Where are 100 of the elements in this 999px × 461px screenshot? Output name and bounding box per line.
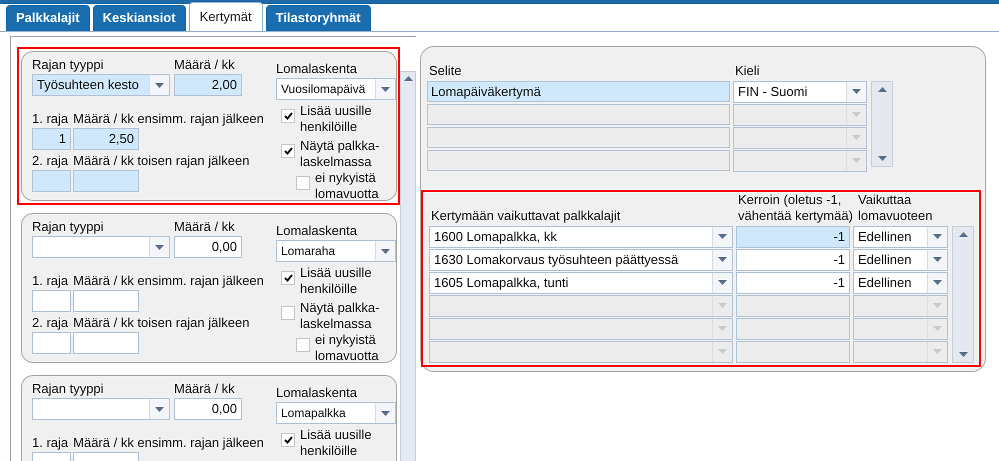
scrollbar[interactable] [400,71,416,461]
field-label: Rajan tyyppi [32,56,105,74]
caret-icon [381,410,390,416]
amount-field[interactable] [73,290,139,312]
caret-icon [155,244,164,250]
wage-type-dropdown[interactable] [429,294,733,316]
checkbox[interactable] [296,176,310,190]
checkmark-icon [284,112,292,120]
factor-field[interactable]: -1 [736,226,850,248]
checkbox[interactable] [281,271,295,285]
caret-icon [852,112,861,117]
caret-icon [381,86,390,92]
checkbox[interactable] [281,433,295,447]
caret-icon [718,303,727,308]
wage-type-dropdown[interactable]: 1630 Lomakorvaus työsuhteen päättyessä [429,248,733,270]
year-dropdown[interactable] [853,294,948,316]
scroll-up-icon [404,76,412,81]
limit-field[interactable] [32,332,71,354]
caret-icon [155,406,164,412]
amount-field[interactable] [73,332,139,354]
field-label: Rajan tyyppi [32,218,105,236]
year-dropdown[interactable] [853,318,948,340]
column-header: Kerroin (oletus -1, vähentää kertymää) [738,192,854,224]
amount-field[interactable] [73,170,139,192]
amount-field[interactable]: 2,00 [174,74,242,96]
caret-icon [852,158,861,163]
caret-icon [933,280,942,285]
year-dropdown[interactable] [853,340,948,362]
tab[interactable]: Tilastoryhmät [266,5,371,31]
amount-field[interactable]: 0,00 [174,398,242,420]
field-label: Määrä / kk toisen rajan jälkeen [73,314,250,332]
caret-icon [933,303,942,308]
column-header: Kieli [735,62,760,80]
checkbox[interactable] [281,306,295,320]
year-dropdown[interactable]: Edellinen [853,272,948,294]
caret-icon [718,234,727,239]
year-dropdown[interactable]: Edellinen [853,226,948,248]
scroll-up-icon [958,232,968,236]
checkmark-icon [284,147,292,155]
scroll-up-icon [878,86,886,92]
field-label: Määrä / kk [174,380,236,398]
calculation-dropdown[interactable]: Lomapalkka [276,402,396,424]
scroll-down-icon [878,156,886,160]
caret-icon [933,349,942,354]
caret-icon [852,135,861,140]
tab[interactable]: Kertymät [188,2,263,31]
scrollbar[interactable] [952,226,974,362]
calculation-dropdown[interactable]: Vuosilomapäivä [276,78,396,100]
column-header: Kertymään vaikuttavat palkkalajit [431,208,622,224]
type-dropdown[interactable] [32,398,170,420]
tab[interactable]: Keskiansiot [92,5,186,31]
limit-field[interactable]: 1 [32,128,71,150]
field-label: Rajan tyyppi [32,380,105,398]
wage-type-dropdown[interactable]: 1600 Lomapalkka, kk [429,226,733,248]
checkbox[interactable] [281,144,295,158]
limit-field[interactable] [32,170,71,192]
field-label: Lomalaskenta [276,60,358,78]
field-label: 2. raja [32,314,68,332]
field-label: 1. raja [32,434,68,452]
description-field[interactable]: Lomapäiväkertymä [427,80,730,102]
field-label: 1. raja [32,110,68,128]
language-dropdown[interactable]: FIN - Suomi [733,80,867,102]
column-header: Selite [429,62,463,80]
field-label: Määrä / kk [174,56,236,74]
wage-type-dropdown[interactable] [429,318,733,340]
caret-icon [718,326,727,331]
caret-icon [718,257,727,262]
type-dropdown[interactable] [32,236,170,258]
field-label: Lomalaskenta [276,384,358,402]
checkbox[interactable] [296,338,310,352]
column-header: Vaikuttaa lomavuoteen [858,192,934,224]
caret-icon [933,257,942,262]
caret-icon [155,82,164,88]
field-label: Lomalaskenta [276,222,358,240]
factor-field[interactable]: -1 [736,272,850,294]
amount-field[interactable]: 0,00 [174,236,242,258]
caret-icon [718,349,727,354]
field-label: Määrä / kk [174,218,236,236]
amount-field[interactable]: 2,50 [73,128,139,150]
checkmark-icon [284,436,292,444]
field-label: Määrä / kk toisen rajan jälkeen [73,152,250,170]
wage-type-dropdown[interactable] [429,340,733,362]
type-dropdown[interactable]: Työsuhteen kesto [32,74,170,96]
year-dropdown[interactable]: Edellinen [853,248,948,270]
calculation-dropdown[interactable]: Lomaraha [276,240,396,262]
checkbox-label: Lisää uusille henkilöille [300,427,373,459]
scrollbar[interactable] [871,80,893,166]
checkbox-label: Lisää uusille henkilöille [300,265,373,297]
field-label: Määrä / kk ensimm. rajan jälkeen [73,272,264,290]
field-label: Määrä / kk ensimm. rajan jälkeen [73,434,264,452]
wage-type-dropdown[interactable]: 1605 Lomapalkka, tunti [429,272,733,294]
field-label: Määrä / kk ensimm. rajan jälkeen [73,110,264,128]
checkbox[interactable] [281,109,295,123]
checkbox-label: Lisää uusille henkilöille [300,103,373,135]
field-label: 2. raja [32,152,68,170]
factor-field[interactable]: -1 [736,248,850,270]
tab[interactable]: Palkkalajit [6,5,90,31]
limit-field[interactable] [32,290,71,312]
checkbox-label: ei nykyistä lomavuotta [315,170,380,200]
caret-icon [718,280,727,285]
